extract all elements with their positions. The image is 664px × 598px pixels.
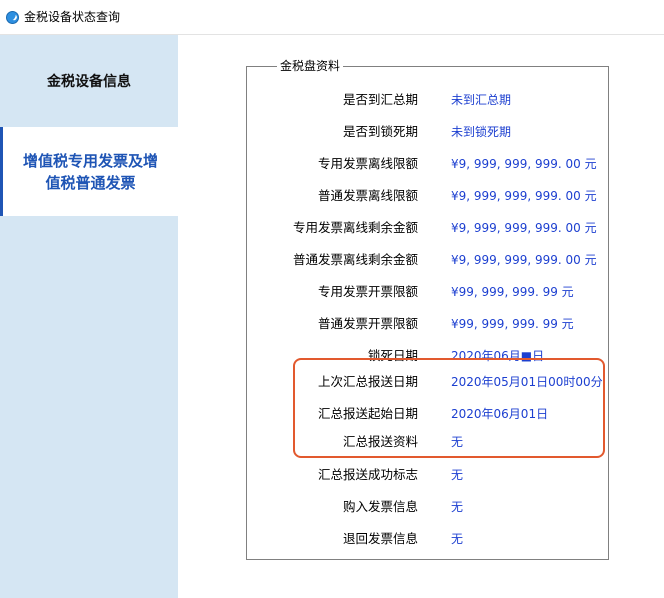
row-label: 是否到锁死期 — [342, 124, 418, 139]
info-row-purchased-invoices: 购入发票信息 无 — [0, 497, 664, 517]
window-title: 金税设备状态查询 — [24, 10, 121, 24]
title-bar: 金税设备状态查询 — [0, 0, 664, 35]
sidebar-item-tax-device-info[interactable]: 金税设备信息 — [0, 35, 178, 127]
row-label: 退回发票信息 — [342, 531, 418, 546]
row-label: 专用发票离线限额 — [317, 156, 418, 171]
row-label: 普通发票离线限额 — [317, 188, 418, 203]
row-value: 未到汇总期 — [451, 93, 512, 107]
row-value: 无 — [451, 532, 464, 546]
row-value: ¥9, 999, 999, 999. 00 元 — [451, 157, 597, 171]
info-row-special-offline-limit: 专用发票离线限额 ¥9, 999, 999, 999. 00 元 — [0, 154, 664, 174]
app-globe-icon — [6, 11, 19, 24]
group-legend: 金税盘资料 — [277, 59, 344, 73]
row-value: 未到锁死期 — [451, 125, 512, 139]
row-value: 无 — [451, 468, 464, 482]
info-row-summary-success-flag: 汇总报送成功标志 无 — [0, 465, 664, 485]
info-row-special-issue-limit: 专用发票开票限额 ¥99, 999, 999. 99 元 — [0, 282, 664, 302]
row-label: 购入发票信息 — [342, 499, 418, 514]
row-label: 专用发票开票限额 — [317, 284, 418, 299]
row-label: 普通发票离线剩余金额 — [292, 252, 418, 267]
row-value: ¥9, 999, 999, 999. 00 元 — [451, 189, 597, 203]
row-label: 专用发票离线剩余金额 — [292, 220, 418, 235]
row-value: ¥99, 999, 999. 99 元 — [451, 317, 574, 331]
info-row-general-offline-limit: 普通发票离线限额 ¥9, 999, 999, 999. 00 元 — [0, 186, 664, 206]
highlight-annotation-box — [293, 358, 605, 458]
info-row-returned-invoices: 退回发票信息 无 — [0, 529, 664, 549]
info-row-summary-period: 是否到汇总期 未到汇总期 — [0, 90, 664, 110]
row-value: ¥99, 999, 999. 99 元 — [451, 285, 574, 299]
row-label: 汇总报送成功标志 — [317, 467, 418, 482]
info-row-lock-period: 是否到锁死期 未到锁死期 — [0, 122, 664, 142]
row-value: 无 — [451, 500, 464, 514]
row-value: ¥9, 999, 999, 999. 00 元 — [451, 221, 597, 235]
row-value: ¥9, 999, 999, 999. 00 元 — [451, 253, 597, 267]
info-row-general-issue-limit: 普通发票开票限额 ¥99, 999, 999. 99 元 — [0, 314, 664, 334]
row-label: 普通发票开票限额 — [317, 316, 418, 331]
row-label: 是否到汇总期 — [342, 92, 418, 107]
info-row-general-offline-remaining: 普通发票离线剩余金额 ¥9, 999, 999, 999. 00 元 — [0, 250, 664, 270]
info-row-special-offline-remaining: 专用发票离线剩余金额 ¥9, 999, 999, 999. 00 元 — [0, 218, 664, 238]
